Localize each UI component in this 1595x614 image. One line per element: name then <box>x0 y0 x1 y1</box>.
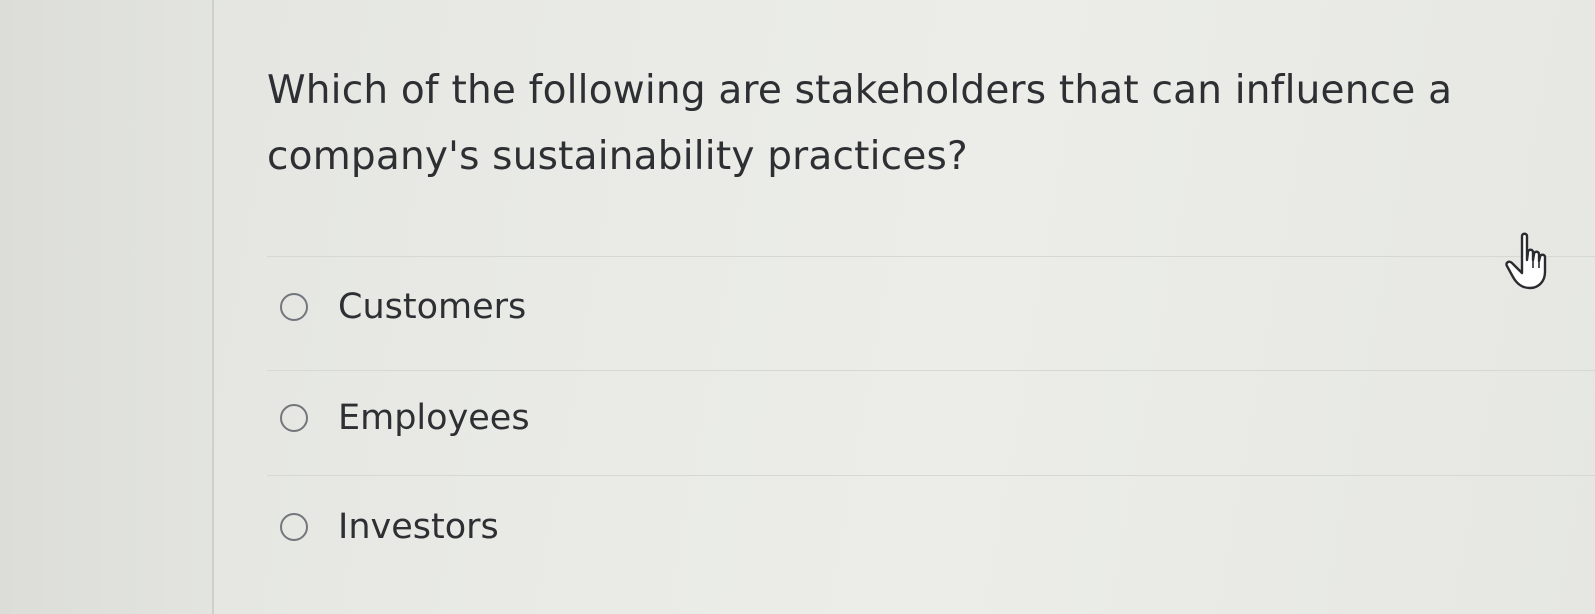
answer-label: Employees <box>338 398 530 438</box>
radio-unchecked-icon[interactable] <box>280 513 308 541</box>
answer-label: Customers <box>338 287 527 327</box>
divider <box>267 370 1595 371</box>
radio-unchecked-icon[interactable] <box>280 293 308 321</box>
answer-option-employees[interactable]: Employees <box>280 398 530 438</box>
quiz-page: Which of the following are stakeholders … <box>0 0 1595 614</box>
answer-option-investors[interactable]: Investors <box>280 507 499 547</box>
gutter-divider <box>212 0 214 614</box>
left-gutter <box>0 0 213 614</box>
divider <box>267 475 1595 476</box>
question-text: Which of the following are stakeholders … <box>267 68 1453 179</box>
answer-label: Investors <box>338 507 499 547</box>
divider <box>267 256 1595 257</box>
answer-option-customers[interactable]: Customers <box>280 287 526 327</box>
hand-pointer-icon <box>1505 232 1547 290</box>
radio-unchecked-icon[interactable] <box>280 404 308 432</box>
